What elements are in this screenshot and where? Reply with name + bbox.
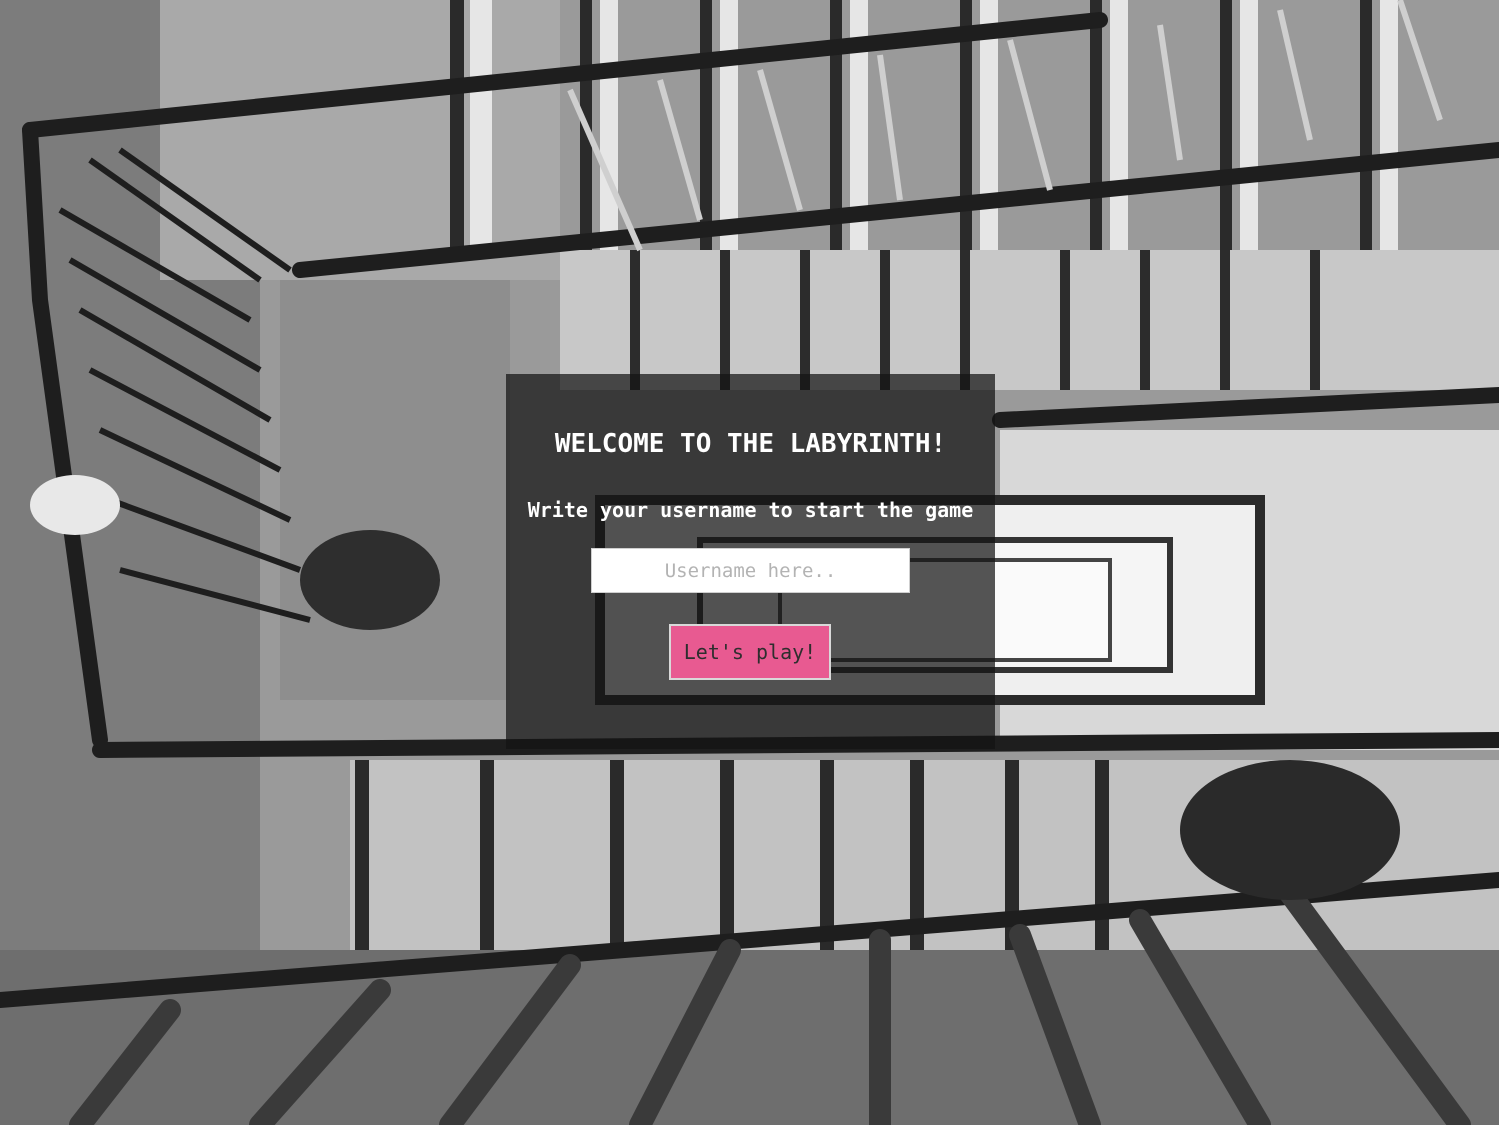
welcome-subtitle: Write your username to start the game xyxy=(527,498,974,522)
welcome-panel: WELCOME TO THE LABYRINTH! Write your use… xyxy=(506,374,995,749)
welcome-title: WELCOME TO THE LABYRINTH! xyxy=(554,429,947,459)
username-input[interactable] xyxy=(591,548,910,593)
lets-play-button[interactable]: Let's play! xyxy=(669,624,831,680)
